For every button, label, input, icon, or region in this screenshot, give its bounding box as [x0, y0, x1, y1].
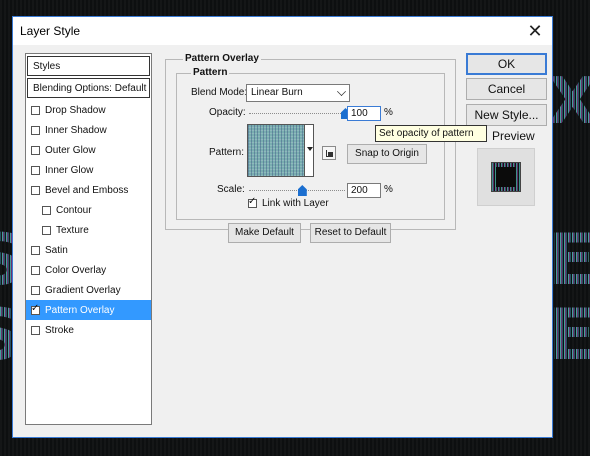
blend-mode-label: Blend Mode: — [191, 87, 248, 98]
reset-to-default-label: Reset to Default — [314, 227, 387, 238]
blend-mode-value: Linear Burn — [251, 87, 303, 98]
styles-header-label: Styles — [33, 60, 61, 72]
style-item-contour[interactable]: Contour — [26, 200, 151, 220]
pattern-overlay-title: Pattern Overlay — [183, 53, 261, 64]
style-item-bevel-and-emboss[interactable]: Bevel and Emboss — [26, 180, 151, 200]
opacity-input[interactable]: 100 — [347, 106, 381, 121]
ok-button[interactable]: OK — [466, 53, 547, 75]
close-icon[interactable]: ✕ — [522, 20, 548, 42]
background-letter-right-2: E — [548, 300, 590, 370]
pattern-swatch[interactable] — [247, 124, 305, 177]
blend-mode-select[interactable]: Linear Burn — [246, 84, 350, 102]
style-item-label: Satin — [45, 244, 68, 256]
cancel-label: Cancel — [487, 82, 526, 96]
opacity-value: 100 — [351, 108, 368, 119]
layer-style-dialog: Layer Style ✕ Styles Blending Options: D… — [12, 16, 553, 438]
link-with-layer-check — [248, 196, 257, 208]
new-preset-icon[interactable] — [322, 146, 336, 160]
snap-to-origin-button[interactable]: Snap to Origin — [347, 144, 427, 164]
style-item-checkbox[interactable] — [31, 185, 40, 195]
style-item-inner-shadow[interactable]: Inner Shadow — [26, 120, 151, 140]
style-item-satin[interactable]: Satin — [26, 240, 151, 260]
background-letter-right-1: E — [548, 225, 590, 295]
style-item-checkbox[interactable] — [31, 285, 40, 295]
style-item-drop-shadow[interactable]: Drop Shadow — [26, 100, 151, 120]
style-item-checkbox[interactable] — [31, 125, 40, 135]
style-item-label: Stroke — [45, 324, 74, 336]
pattern-subgroup-title: Pattern — [191, 67, 230, 78]
style-item-label: Inner Glow — [45, 164, 94, 176]
scale-slider-track[interactable] — [249, 190, 345, 191]
scale-value: 200 — [351, 185, 368, 196]
link-with-layer-checkbox[interactable]: Link with Layer — [248, 196, 329, 209]
snap-to-origin-label: Snap to Origin — [355, 148, 419, 159]
dialog-title: Layer Style — [20, 24, 81, 38]
scale-unit: % — [384, 184, 393, 195]
opacity-label: Opacity: — [209, 107, 246, 118]
style-item-outer-glow[interactable]: Outer Glow — [26, 140, 151, 160]
style-item-checkbox[interactable] — [31, 303, 40, 315]
style-item-pattern-overlay[interactable]: Pattern Overlay — [26, 300, 151, 320]
style-item-label: Drop Shadow — [45, 104, 106, 116]
style-item-label: Gradient Overlay — [45, 284, 121, 296]
new-style-button[interactable]: New Style... — [466, 104, 547, 126]
style-item-label: Bevel and Emboss — [45, 184, 129, 196]
ok-label: OK — [497, 57, 516, 71]
preview-label: Preview — [492, 129, 535, 143]
reset-to-default-button[interactable]: Reset to Default — [310, 223, 391, 243]
make-default-button[interactable]: Make Default — [228, 223, 301, 243]
blending-options[interactable]: Blending Options: Default — [27, 78, 150, 98]
style-item-inner-glow[interactable]: Inner Glow — [26, 160, 151, 180]
styles-header[interactable]: Styles — [27, 56, 150, 76]
style-item-label: Inner Shadow — [45, 124, 107, 136]
title-bar[interactable]: Layer Style ✕ — [13, 17, 552, 45]
blending-options-label: Blending Options: Default — [33, 82, 147, 94]
pattern-picker-dropdown[interactable] — [305, 124, 314, 177]
style-preview — [477, 148, 535, 206]
styles-list: Styles Blending Options: Default Drop Sh… — [25, 53, 152, 425]
style-item-label: Contour — [56, 204, 92, 216]
link-with-layer-label: Link with Layer — [262, 198, 329, 209]
new-style-label: New Style... — [474, 108, 539, 122]
opacity-tooltip: Set opacity of pattern — [375, 125, 487, 142]
preview-thumbnail — [491, 162, 521, 192]
scale-input[interactable]: 200 — [347, 183, 381, 198]
opacity-slider-track[interactable] — [249, 113, 345, 114]
pattern-label: Pattern: — [209, 147, 245, 158]
style-item-checkbox[interactable] — [31, 245, 40, 255]
chevron-down-icon — [337, 87, 346, 96]
style-item-label: Outer Glow — [45, 144, 96, 156]
style-item-label: Color Overlay — [45, 264, 107, 276]
style-item-checkbox[interactable] — [31, 105, 40, 115]
cancel-button[interactable]: Cancel — [466, 78, 547, 100]
style-item-checkbox[interactable] — [31, 325, 40, 335]
style-item-gradient-overlay[interactable]: Gradient Overlay — [26, 280, 151, 300]
style-item-stroke[interactable]: Stroke — [26, 320, 151, 340]
style-item-checkbox[interactable] — [31, 165, 40, 175]
style-item-checkbox[interactable] — [31, 265, 40, 275]
background-letter-x: X — [548, 70, 590, 134]
scale-label: Scale: — [217, 184, 245, 195]
opacity-unit: % — [384, 107, 393, 118]
style-item-color-overlay[interactable]: Color Overlay — [26, 260, 151, 280]
style-item-checkbox[interactable] — [42, 225, 51, 235]
style-item-checkbox[interactable] — [31, 145, 40, 155]
style-item-label: Texture — [56, 224, 89, 236]
style-item-label: Pattern Overlay — [45, 304, 115, 316]
make-default-label: Make Default — [235, 227, 294, 238]
style-item-texture[interactable]: Texture — [26, 220, 151, 240]
style-item-checkbox[interactable] — [42, 205, 51, 215]
